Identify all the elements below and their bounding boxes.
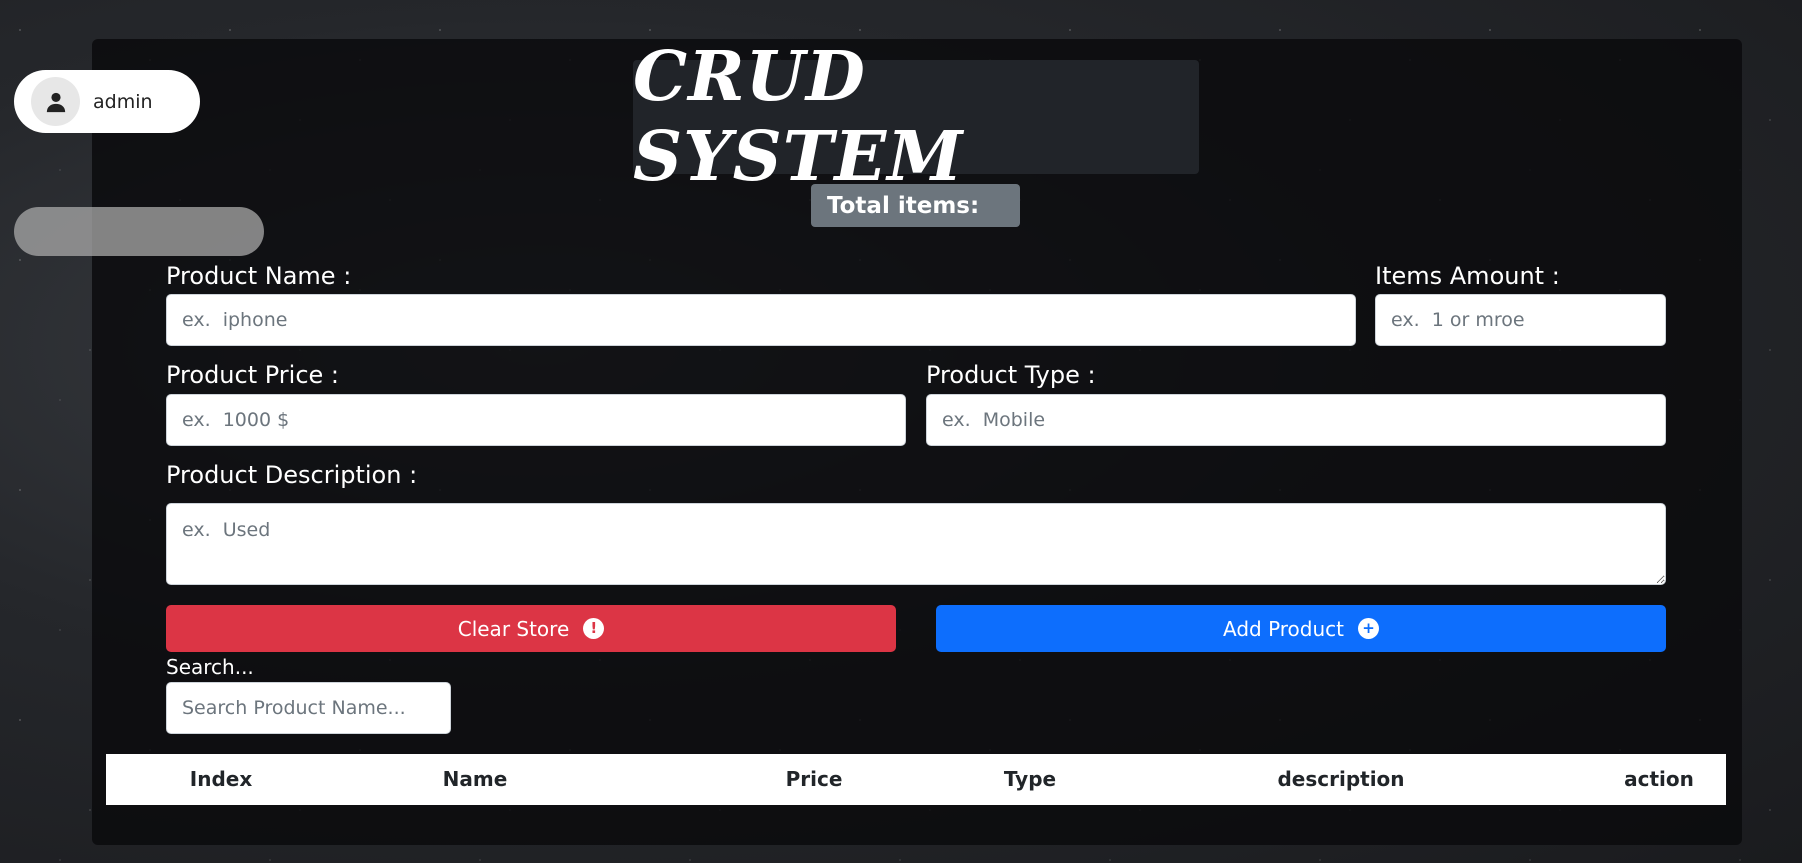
username: admin xyxy=(93,90,153,113)
product-type-input[interactable] xyxy=(926,394,1666,446)
add-product-label: Add Product xyxy=(1222,616,1344,641)
total-items-badge: Total items: xyxy=(811,184,1020,227)
product-name-input[interactable] xyxy=(166,294,1356,346)
product-type-label: Product Type : xyxy=(926,361,1096,389)
total-items-label: Total items: xyxy=(827,192,980,219)
column-header-action: action xyxy=(1624,767,1694,791)
avatar xyxy=(31,77,80,126)
product-name-label: Product Name : xyxy=(166,262,352,290)
product-price-input[interactable] xyxy=(166,394,906,446)
product-description-textarea[interactable] xyxy=(166,503,1666,585)
user-icon xyxy=(46,92,65,112)
plus-icon: + xyxy=(1358,618,1379,639)
clear-store-label: Clear Store xyxy=(457,616,570,641)
column-header-name: Name xyxy=(442,767,508,791)
column-header-index: Index xyxy=(189,767,253,791)
items-amount-label: Items Amount : xyxy=(1375,262,1560,290)
search-input[interactable] xyxy=(166,682,451,734)
items-amount-input[interactable] xyxy=(1375,294,1666,346)
column-header-description: description xyxy=(1277,767,1405,791)
title-box: CRUD SYSTEM xyxy=(633,37,1199,197)
product-description-label: Product Description : xyxy=(166,461,418,489)
clear-store-button[interactable]: Clear Store ! xyxy=(166,605,896,652)
table-header: Index Name Price Type description action xyxy=(106,754,1726,805)
column-header-type: Type xyxy=(1003,767,1057,791)
product-price-label: Product Price : xyxy=(166,361,340,389)
sidebar-toggle[interactable] xyxy=(14,207,264,256)
page-title: CRUD SYSTEM xyxy=(633,37,964,197)
search-label: Search... xyxy=(166,655,254,679)
exclamation-icon: ! xyxy=(583,618,605,639)
column-header-price: Price xyxy=(785,767,843,791)
user-profile-pill[interactable]: admin xyxy=(14,70,200,133)
add-product-button[interactable]: Add Product + xyxy=(936,605,1666,652)
